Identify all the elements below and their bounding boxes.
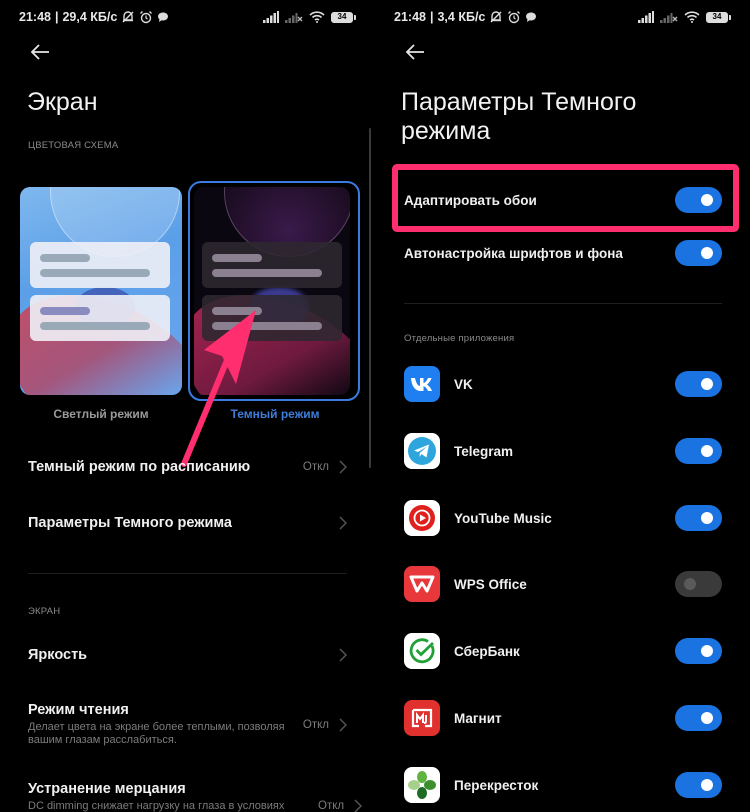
preview-notification <box>202 242 342 288</box>
app-row-perekrestok[interactable]: Перекресток <box>404 767 722 803</box>
sberbank-icon <box>404 633 440 669</box>
app-name: WPS Office <box>454 576 527 592</box>
app-name: Магнит <box>454 710 502 726</box>
flicker-reduction-row[interactable]: Устранение мерцания DC dimming снижает н… <box>28 781 363 812</box>
dark-mode-settings-screen: 21:48 | 3,4 КБ/с 34 Параметры Темного ре… <box>375 0 750 812</box>
annotation-arrow-icon <box>181 310 256 467</box>
row-label: Параметры Темного режима <box>28 515 232 531</box>
signal-strength-icon <box>638 11 654 23</box>
wifi-icon <box>309 11 325 23</box>
app-name: Telegram <box>454 443 514 459</box>
row-value: Откл <box>318 800 345 812</box>
display-settings-screen: 21:48 | 29,4 КБ/с 34 Экран ЦВЕТОВАЯ СХЕМ… <box>0 0 375 812</box>
back-button[interactable] <box>403 40 427 64</box>
scrollbar[interactable] <box>369 128 371 468</box>
divider <box>404 303 722 304</box>
muted-bell-icon <box>489 10 503 24</box>
page-title: Экран <box>27 88 98 116</box>
status-separator: | <box>54 10 59 24</box>
alarm-icon <box>507 10 521 24</box>
app-name: Перекресток <box>454 777 539 793</box>
app-toggle[interactable] <box>675 772 722 798</box>
app-name: СберБанк <box>454 643 520 659</box>
wifi-icon <box>684 11 700 23</box>
wps-office-icon <box>404 566 440 602</box>
vk-icon <box>404 366 440 402</box>
preview-notification <box>30 295 170 341</box>
signal-strength-icon <box>263 11 279 23</box>
app-row-magnit[interactable]: Магнит <box>404 700 722 736</box>
app-toggle[interactable] <box>675 505 722 531</box>
adapt-wallpaper-row[interactable]: Адаптировать обои <box>404 187 722 213</box>
back-button[interactable] <box>28 40 52 64</box>
app-name: VK <box>454 376 473 392</box>
app-toggle[interactable] <box>675 705 722 731</box>
chevron-right-icon <box>339 516 347 530</box>
app-toggle[interactable] <box>675 438 722 464</box>
status-network-speed: 29,4 КБ/с <box>62 10 118 24</box>
status-bar: 21:48 | 3,4 КБ/с 34 <box>394 8 731 26</box>
app-row-wps-office[interactable]: WPS Office <box>404 566 722 602</box>
app-row-telegram[interactable]: Telegram <box>404 433 722 469</box>
status-network-speed: 3,4 КБ/с <box>437 10 486 24</box>
chevron-right-icon <box>339 648 347 662</box>
row-label: Яркость <box>28 647 88 663</box>
row-value: Откл <box>302 718 329 731</box>
dark-mode-settings-row[interactable]: Параметры Темного режима <box>28 515 347 531</box>
no-signal-icon <box>285 11 303 23</box>
row-label: Режим чтения <box>28 702 129 718</box>
back-arrow-icon <box>405 44 424 60</box>
back-arrow-icon <box>30 44 49 60</box>
status-bar: 21:48 | 29,4 КБ/с 34 <box>19 8 356 26</box>
auto-font-background-toggle[interactable] <box>675 240 722 266</box>
row-description: Делает цвета на экране более теплыми, по… <box>28 721 285 746</box>
app-name: YouTube Music <box>454 510 552 526</box>
row-label: Устранение мерцания <box>28 781 186 797</box>
chevron-right-icon <box>354 799 363 812</box>
row-description: DC dimming снижает нагрузку на глаза в у… <box>28 800 285 812</box>
auto-font-background-row[interactable]: Автонастройка шрифтов и фона <box>404 240 722 266</box>
divider <box>28 573 347 574</box>
row-value: Откл <box>302 461 329 473</box>
light-mode-label[interactable]: Светлый режим <box>20 407 182 421</box>
chevron-right-icon <box>339 717 347 732</box>
section-header-screen: ЭКРАН <box>28 606 61 617</box>
status-time: 21:48 <box>394 10 426 24</box>
brightness-row[interactable]: Яркость <box>28 647 347 663</box>
app-row-youtube-music[interactable]: YouTube Music <box>404 500 722 536</box>
magnit-icon <box>404 700 440 736</box>
status-time: 21:48 <box>19 10 51 24</box>
app-toggle[interactable] <box>675 571 722 597</box>
reading-mode-row[interactable]: Режим чтения Делает цвета на экране боле… <box>28 702 347 747</box>
battery-icon: 34 <box>706 11 731 23</box>
preview-notification <box>30 242 170 288</box>
chevron-right-icon <box>339 460 347 474</box>
battery-icon: 34 <box>331 11 356 23</box>
section-header-apps: Отдельные приложения <box>404 333 515 344</box>
app-row-vk[interactable]: VK <box>404 366 722 402</box>
setting-label: Автонастройка шрифтов и фона <box>404 245 623 261</box>
adapt-wallpaper-toggle[interactable] <box>675 187 722 213</box>
page-title: Параметры Темного режима <box>401 88 637 145</box>
setting-label: Адаптировать обои <box>404 192 537 208</box>
app-row-sberbank[interactable]: СберБанк <box>404 633 722 669</box>
dark-mode-schedule-row[interactable]: Темный режим по расписанию Откл <box>28 459 347 475</box>
app-toggle[interactable] <box>675 638 722 664</box>
status-separator: | <box>429 10 434 24</box>
app-toggle[interactable] <box>675 371 722 397</box>
message-icon <box>157 11 169 23</box>
message-icon <box>525 11 537 23</box>
light-mode-preview[interactable] <box>20 187 182 395</box>
muted-bell-icon <box>121 10 135 24</box>
alarm-icon <box>139 10 153 24</box>
perekrestok-icon <box>404 767 440 803</box>
telegram-icon <box>404 433 440 469</box>
youtube-music-icon <box>404 500 440 536</box>
row-label: Темный режим по расписанию <box>28 459 251 475</box>
section-header-color-scheme: ЦВЕТОВАЯ СХЕМА <box>28 140 119 151</box>
no-signal-icon <box>660 11 678 23</box>
